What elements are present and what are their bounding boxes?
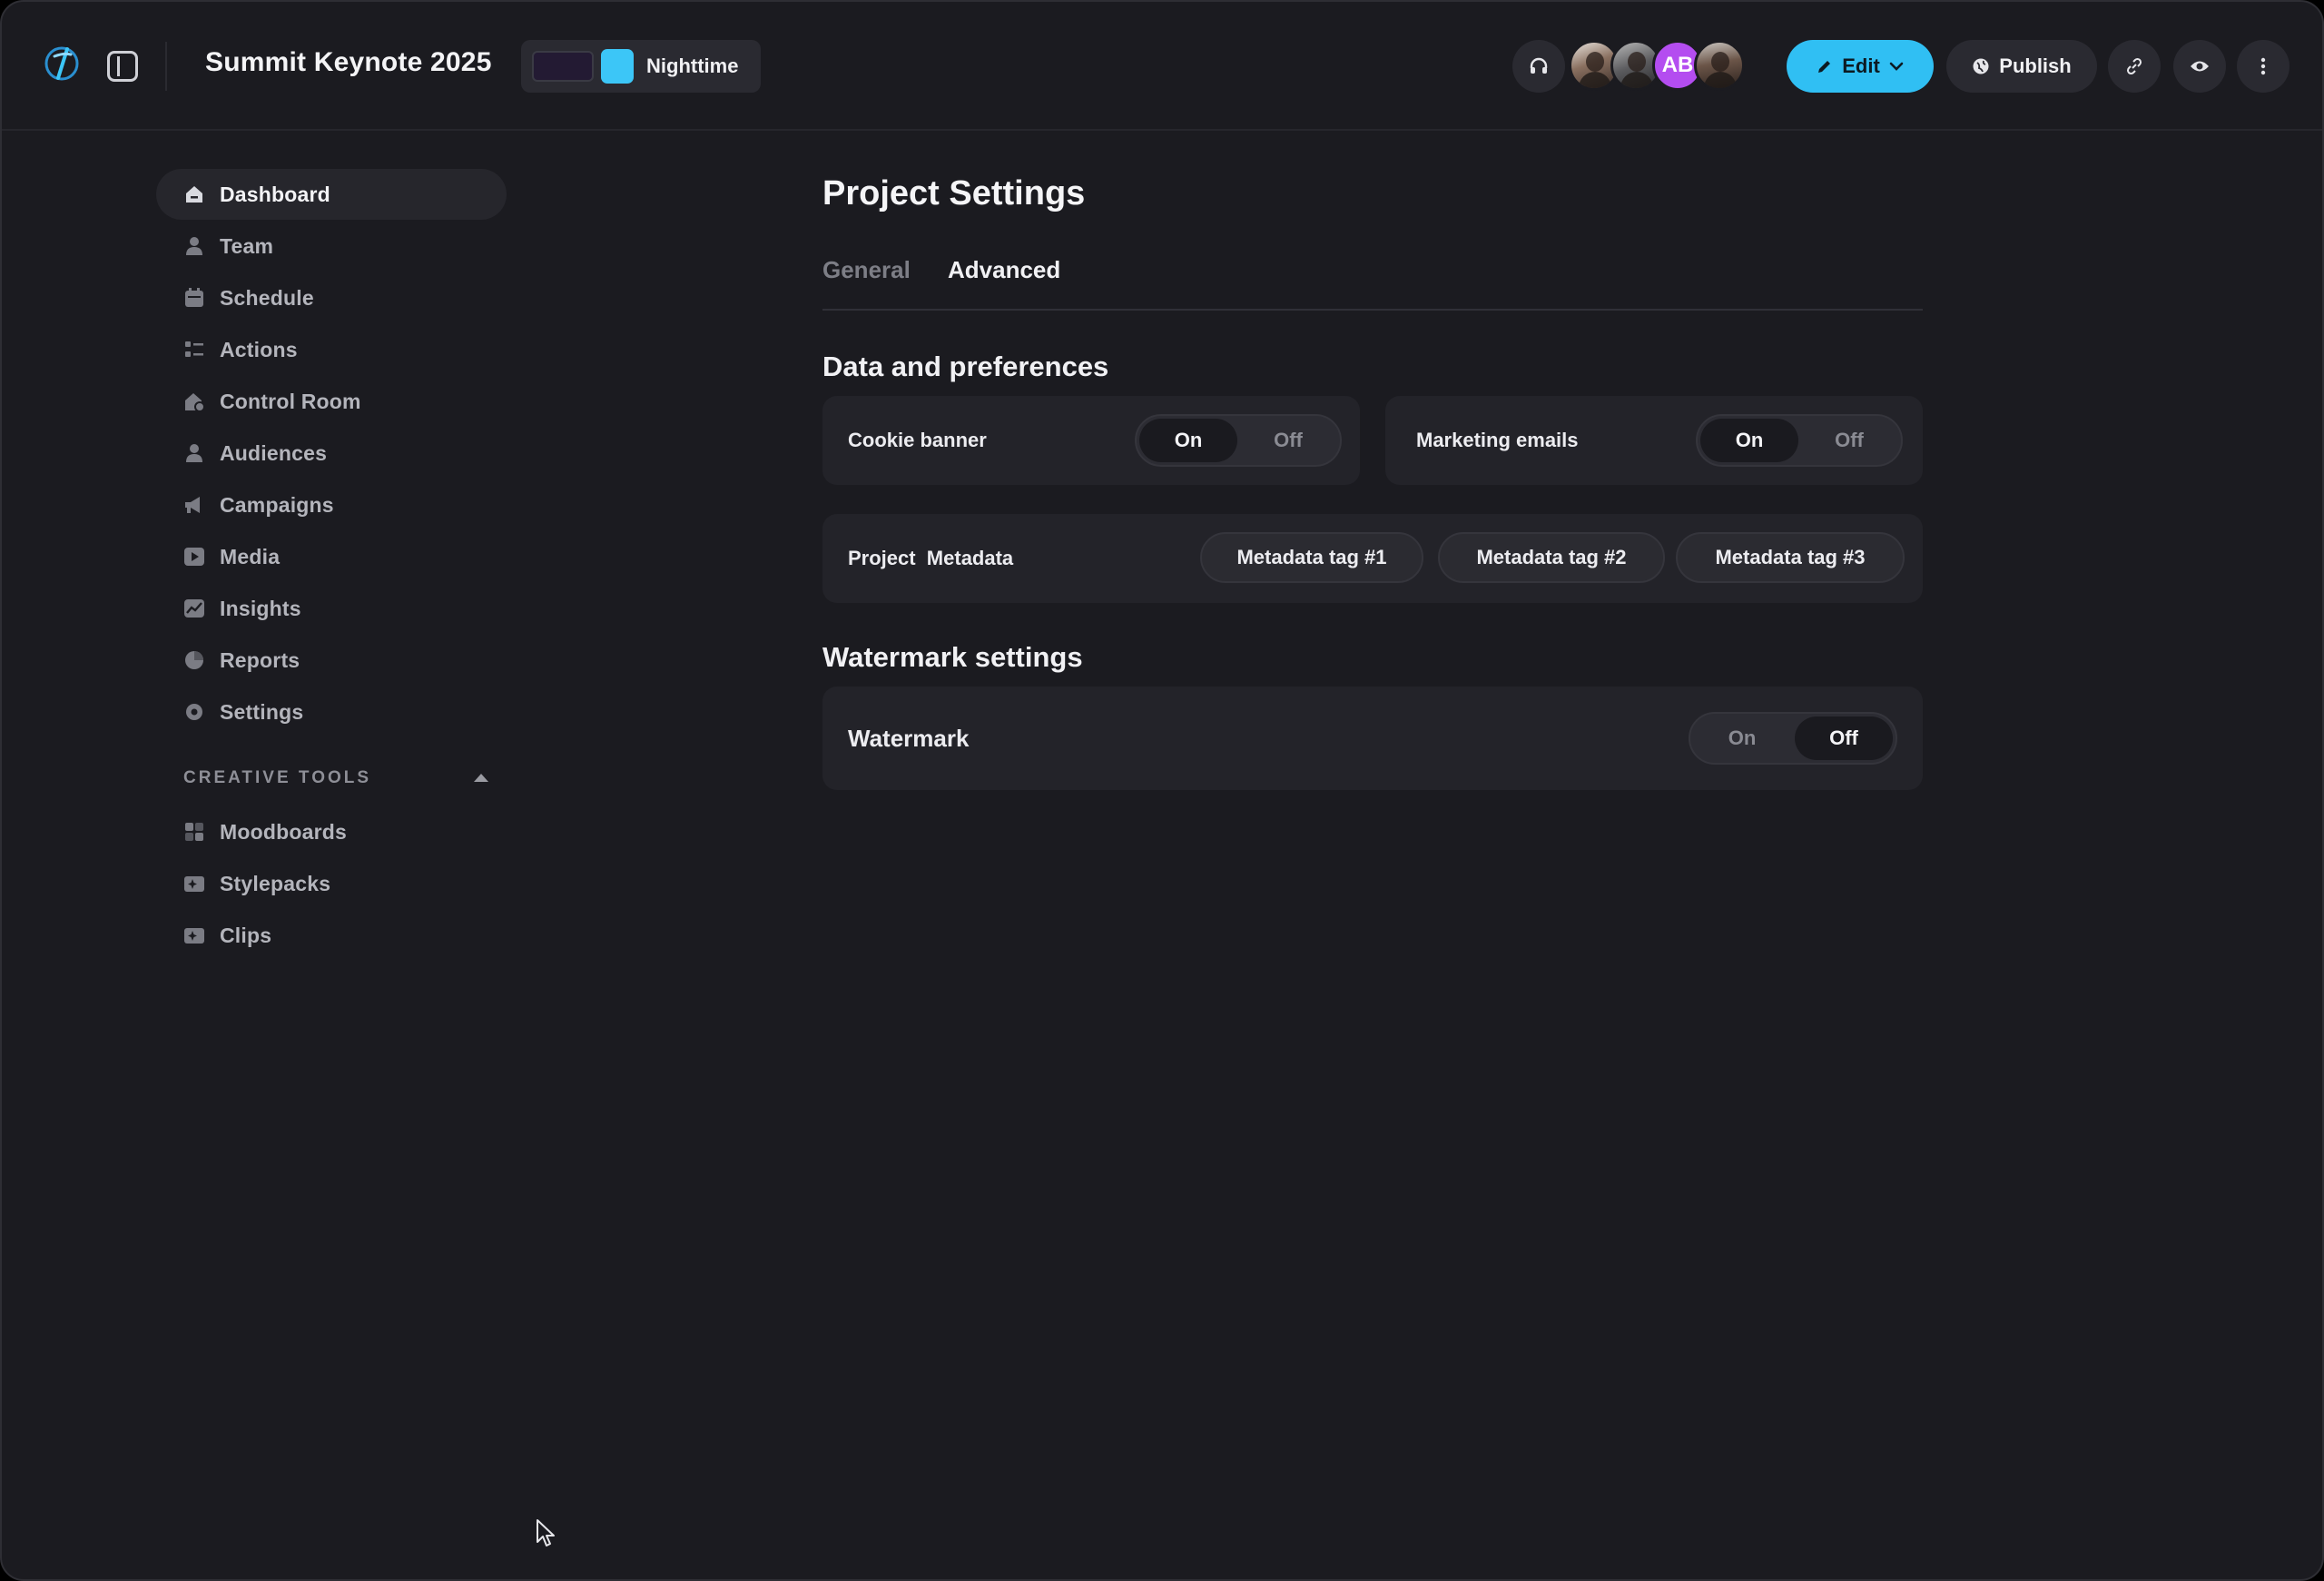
header-divider: [165, 42, 167, 91]
sidebar-item-label: Audiences: [220, 440, 328, 465]
cookie-banner-toggle[interactable]: On Off: [1135, 414, 1342, 467]
audience-icon: [183, 442, 205, 464]
sidebar-item-label: Settings: [220, 699, 304, 724]
home-icon: [183, 183, 205, 205]
calendar-icon: [183, 287, 205, 309]
user-icon: [183, 235, 205, 257]
sidebar-item-label: Control Room: [220, 389, 361, 413]
publish-button[interactable]: Publish: [1946, 40, 2097, 93]
creative-tools-header[interactable]: CREATIVE TOOLS: [156, 750, 507, 806]
project-metadata-card: Project Metadata Metadata tag #1 Metadat…: [822, 514, 1923, 603]
cookie-banner-card: Cookie banner On Off: [822, 396, 1360, 485]
cookie-off-option[interactable]: Off: [1239, 419, 1337, 462]
project-title: Summit Keynote 2025: [205, 47, 492, 77]
eye-icon: [2191, 61, 2209, 72]
sidebar-item-label: Campaigns: [220, 492, 334, 517]
watermark-settings-title: Watermark settings: [822, 641, 1083, 673]
tab-advanced[interactable]: Advanced: [948, 256, 1060, 284]
sidebar-item-settings[interactable]: Settings: [156, 687, 507, 737]
metadata-tag[interactable]: Metadata tag #3: [1676, 532, 1905, 583]
sidebar-item-clips[interactable]: Clips: [156, 910, 507, 961]
more-options-button[interactable]: [2237, 40, 2290, 93]
sparkle-image-icon: [183, 873, 205, 894]
edit-button[interactable]: Edit: [1787, 40, 1934, 93]
sidebar-item-dashboard[interactable]: Dashboard: [156, 169, 507, 220]
watermark-label: Watermark: [848, 725, 970, 752]
sidebar-item-label: Stylepacks: [220, 871, 331, 895]
control-room-icon: [183, 390, 205, 412]
theme-label: Nighttime: [646, 54, 739, 77]
sidebar-item-label: Reports: [220, 647, 300, 672]
theme-selector[interactable]: Nighttime: [521, 40, 761, 93]
sidebar-item-label: Clips: [220, 923, 272, 947]
metadata-tag[interactable]: Metadata tag #2: [1438, 532, 1665, 583]
chevron-down-icon: [1889, 62, 1904, 71]
more-vertical-icon: [2260, 57, 2266, 75]
theme-swatch-dark: [532, 51, 594, 82]
caret-up-icon: [474, 774, 488, 782]
sidebar-item-label: Actions: [220, 337, 298, 361]
settings-tabs: General Advanced: [822, 252, 1923, 311]
data-preferences-title: Data and preferences: [822, 351, 1109, 382]
sidebar-item-schedule[interactable]: Schedule: [156, 272, 507, 323]
mouse-cursor-icon: [537, 1519, 555, 1546]
app-logo-icon[interactable]: [42, 44, 82, 84]
sidebar-item-moodboards[interactable]: Moodboards: [156, 806, 507, 857]
marketing-off-option[interactable]: Off: [1800, 419, 1898, 462]
sidebar-item-control-room[interactable]: Control Room: [156, 376, 507, 427]
sidebar-item-label: Insights: [220, 596, 301, 620]
metadata-tag[interactable]: Metadata tag #1: [1200, 532, 1423, 583]
avatar[interactable]: [1694, 40, 1745, 91]
sidebar-item-actions[interactable]: Actions: [156, 324, 507, 375]
audio-button[interactable]: [1512, 40, 1565, 93]
clip-icon: [183, 924, 205, 946]
marketing-emails-label: Marketing emails: [1416, 429, 1579, 451]
tab-general[interactable]: General: [822, 256, 911, 284]
marketing-on-option[interactable]: On: [1700, 419, 1798, 462]
sidebar-item-audiences[interactable]: Audiences: [156, 428, 507, 479]
gear-icon: [183, 701, 205, 723]
sidebar-item-team[interactable]: Team: [156, 221, 507, 272]
sidebar-item-label: Dashboard: [220, 182, 330, 206]
link-icon: [2126, 57, 2142, 75]
sidebar-item-media[interactable]: Media: [156, 531, 507, 582]
checklist-icon: [183, 339, 205, 361]
cookie-banner-label: Cookie banner: [848, 429, 987, 451]
sidebar-item-reports[interactable]: Reports: [156, 635, 507, 686]
watermark-off-option[interactable]: Off: [1795, 716, 1893, 760]
globe-icon: [1973, 58, 1989, 74]
sidebar: Dashboard Team Schedule Actions Control …: [156, 169, 507, 962]
preview-button[interactable]: [2173, 40, 2226, 93]
project-metadata-label: Project Metadata: [848, 547, 1014, 569]
megaphone-icon: [183, 494, 205, 516]
theme-swatch-accent: [601, 49, 634, 84]
sidebar-item-label: Moodboards: [220, 819, 347, 844]
top-bar: Summit Keynote 2025 Nighttime AB Edit Pu…: [2, 2, 2322, 131]
marketing-emails-toggle[interactable]: On Off: [1696, 414, 1903, 467]
pie-icon: [183, 649, 205, 671]
chart-icon: [183, 598, 205, 619]
copy-link-button[interactable]: [2108, 40, 2161, 93]
publish-label: Publish: [1999, 54, 2072, 77]
pencil-icon: [1818, 61, 1831, 73]
sidebar-item-label: Media: [220, 544, 281, 568]
page-title: Project Settings: [822, 174, 1086, 212]
sidebar-item-stylepacks[interactable]: Stylepacks: [156, 858, 507, 909]
headphones-icon: [1530, 57, 1548, 74]
cookie-on-option[interactable]: On: [1139, 419, 1237, 462]
marketing-emails-card: Marketing emails On Off: [1385, 396, 1923, 485]
sidebar-item-insights[interactable]: Insights: [156, 583, 507, 634]
sidebar-item-label: Team: [220, 233, 274, 258]
watermark-on-option[interactable]: On: [1693, 716, 1791, 760]
watermark-toggle[interactable]: On Off: [1689, 712, 1897, 765]
sidebar-item-label: Schedule: [220, 285, 314, 310]
app-window: Summit Keynote 2025 Nighttime AB Edit Pu…: [0, 0, 2324, 1581]
grid-icon: [183, 821, 205, 843]
edit-label: Edit: [1842, 54, 1880, 77]
play-icon: [183, 546, 205, 568]
watermark-card: Watermark On Off: [822, 687, 1923, 790]
creative-tools-label: CREATIVE TOOLS: [183, 768, 372, 787]
sidebar-toggle-icon[interactable]: [107, 51, 138, 82]
sidebar-item-campaigns[interactable]: Campaigns: [156, 479, 507, 530]
